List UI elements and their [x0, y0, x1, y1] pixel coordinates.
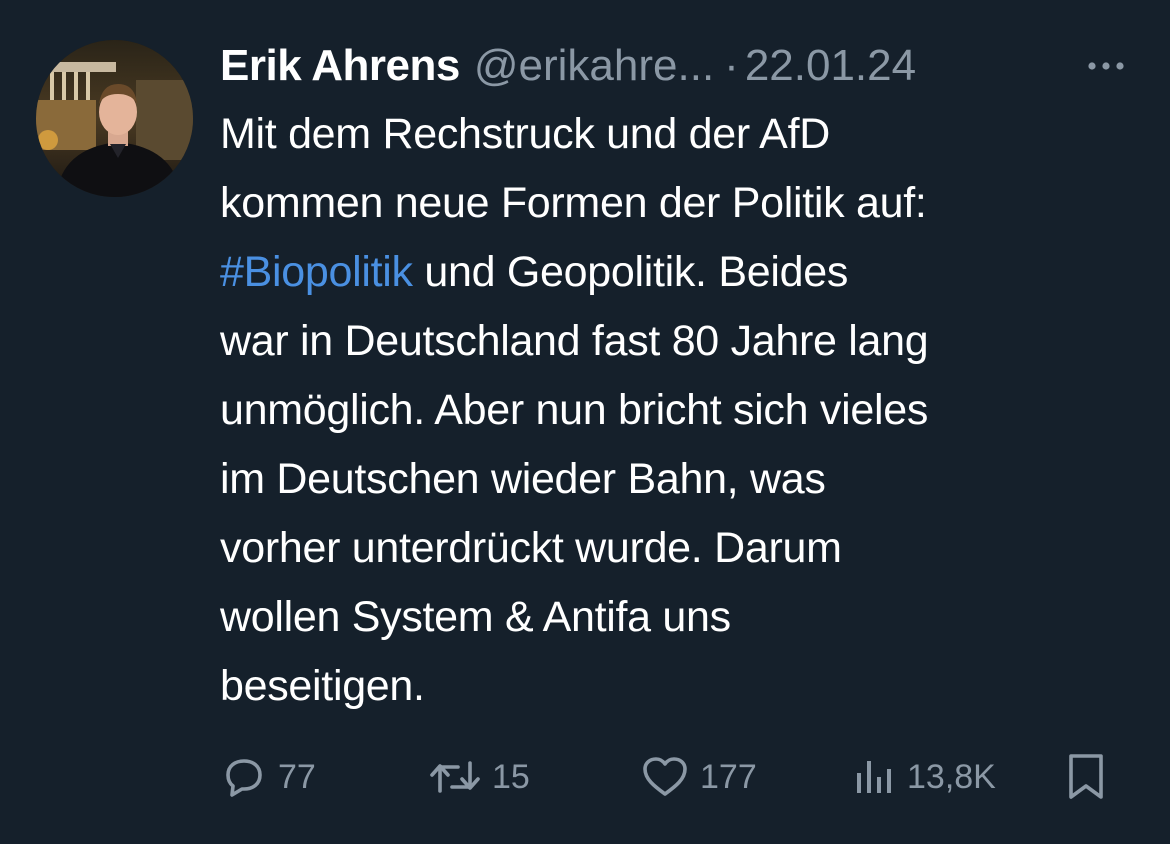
tweet-date[interactable]: 22.01.24	[745, 38, 916, 94]
tweet-text-segment: kommen neue Formen der Politik auf:	[220, 179, 927, 227]
tweet-text: Mit dem Rechstruck und der AfD kommen neu…	[220, 100, 1150, 721]
avatar[interactable]	[36, 40, 193, 197]
tweet-text-line: kommen neue Formen der Politik auf:	[220, 169, 1150, 238]
retweet-button[interactable]: 15	[428, 745, 530, 809]
tweet-text-line: unmöglich. Aber nun bricht sich vieles	[220, 376, 1150, 445]
separator-dot: ·	[724, 41, 739, 90]
more-options-icon[interactable]	[1080, 44, 1132, 88]
tweet-text-line: war in Deutschland fast 80 Jahre lang	[220, 307, 1150, 376]
reply-button[interactable]: 77	[220, 745, 316, 809]
reply-count: 77	[278, 757, 316, 796]
tweet-text-segment: war in Deutschland fast 80 Jahre lang	[220, 317, 929, 365]
hashtag-link[interactable]: #Biopolitik	[220, 248, 413, 296]
retweet-count: 15	[492, 757, 530, 796]
avatar-photo	[36, 40, 193, 197]
tweet-text-segment: beseitigen.	[220, 662, 425, 710]
bookmark-button[interactable]	[1064, 745, 1108, 809]
author-name[interactable]: Erik Ahrens	[220, 38, 460, 94]
like-button[interactable]: 177	[640, 745, 757, 809]
tweet-text-segment: wollen System & Antifa uns	[220, 593, 731, 641]
author-handle[interactable]: @erikahre...	[474, 38, 714, 94]
tweet-header: Erik Ahrens @erikahre... · 22.01.24	[220, 38, 916, 94]
tweet-card: Erik Ahrens @erikahre... · 22.01.24 Mit …	[0, 0, 1170, 844]
tweet-text-segment: Mit dem Rechstruck und der AfD	[220, 110, 830, 158]
views-icon	[853, 753, 897, 801]
tweet-text-segment: unmöglich. Aber nun bricht sich vieles	[220, 386, 929, 434]
tweet-text-line: im Deutschen wieder Bahn, was	[220, 445, 1150, 514]
tweet-text-line: beseitigen.	[220, 652, 1150, 721]
like-count: 177	[700, 757, 757, 796]
tweet-text-segment: und Geopolitik. Beides	[412, 248, 849, 296]
tweet-text-line: vorher unterdrückt wurde. Darum	[220, 514, 1150, 583]
tweet-text-segment: im Deutschen wieder Bahn, was	[220, 455, 826, 503]
tweet-text-line: wollen System & Antifa uns	[220, 583, 1150, 652]
tweet-text-line: #Biopolitik und Geopolitik. Beides	[220, 238, 1150, 307]
bookmark-icon	[1064, 751, 1108, 803]
action-bar: 77 15 177 13,8K	[0, 745, 1170, 809]
views-button[interactable]: 13,8K	[853, 745, 996, 809]
heart-icon	[640, 753, 690, 801]
reply-icon	[220, 753, 268, 801]
views-count: 13,8K	[907, 757, 996, 796]
tweet-text-line: Mit dem Rechstruck und der AfD	[220, 100, 1150, 169]
retweet-icon	[428, 753, 482, 801]
tweet-text-segment: vorher unterdrückt wurde. Darum	[220, 524, 842, 572]
